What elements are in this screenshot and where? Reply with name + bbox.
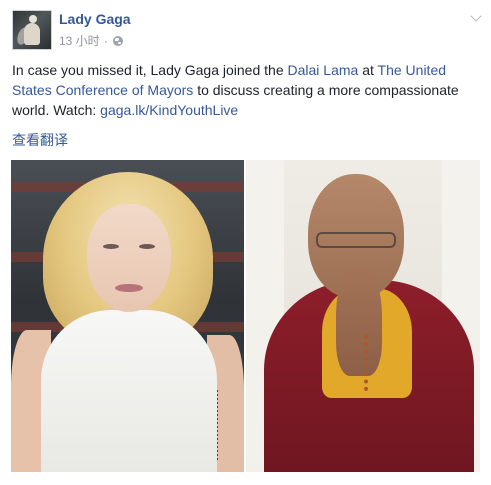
photo-dalai-lama[interactable] (246, 160, 480, 472)
glasses-shape (316, 232, 396, 248)
link-dalai-lama[interactable]: Dalai Lama (288, 62, 359, 78)
facebook-post: Lady Gaga 13 小时 · In case you missed it,… (0, 0, 491, 485)
meta-separator: · (103, 33, 108, 48)
author-name[interactable]: Lady Gaga (59, 11, 131, 27)
post-timestamp[interactable]: 13 小时 (59, 32, 100, 49)
post-message: In case you missed it, Lady Gaga joined … (12, 60, 484, 120)
tattoo-shape (216, 390, 232, 460)
dress-shape (41, 310, 217, 472)
author-avatar[interactable] (12, 10, 52, 50)
avatar-figure-head (29, 15, 37, 23)
post-header: Lady Gaga 13 小时 · (12, 10, 482, 50)
photo-lady-gaga[interactable] (11, 160, 244, 472)
see-translation-link[interactable]: 查看翻译 (12, 130, 68, 150)
avatar-figure-body (24, 23, 40, 45)
lips-shape (115, 284, 143, 292)
globe-icon[interactable] (112, 35, 123, 46)
chevron-down-icon[interactable] (470, 10, 482, 22)
face-shape (87, 204, 171, 312)
post-meta: 13 小时 · (59, 32, 123, 49)
prayer-beads-shape (364, 335, 380, 391)
eye-shape (103, 244, 119, 249)
message-text-2: at (358, 62, 378, 78)
link-kind-youth-live[interactable]: gaga.lk/KindYouthLive (100, 102, 238, 118)
message-text-1: In case you missed it, Lady Gaga joined … (12, 62, 288, 78)
eye-shape (139, 244, 155, 249)
